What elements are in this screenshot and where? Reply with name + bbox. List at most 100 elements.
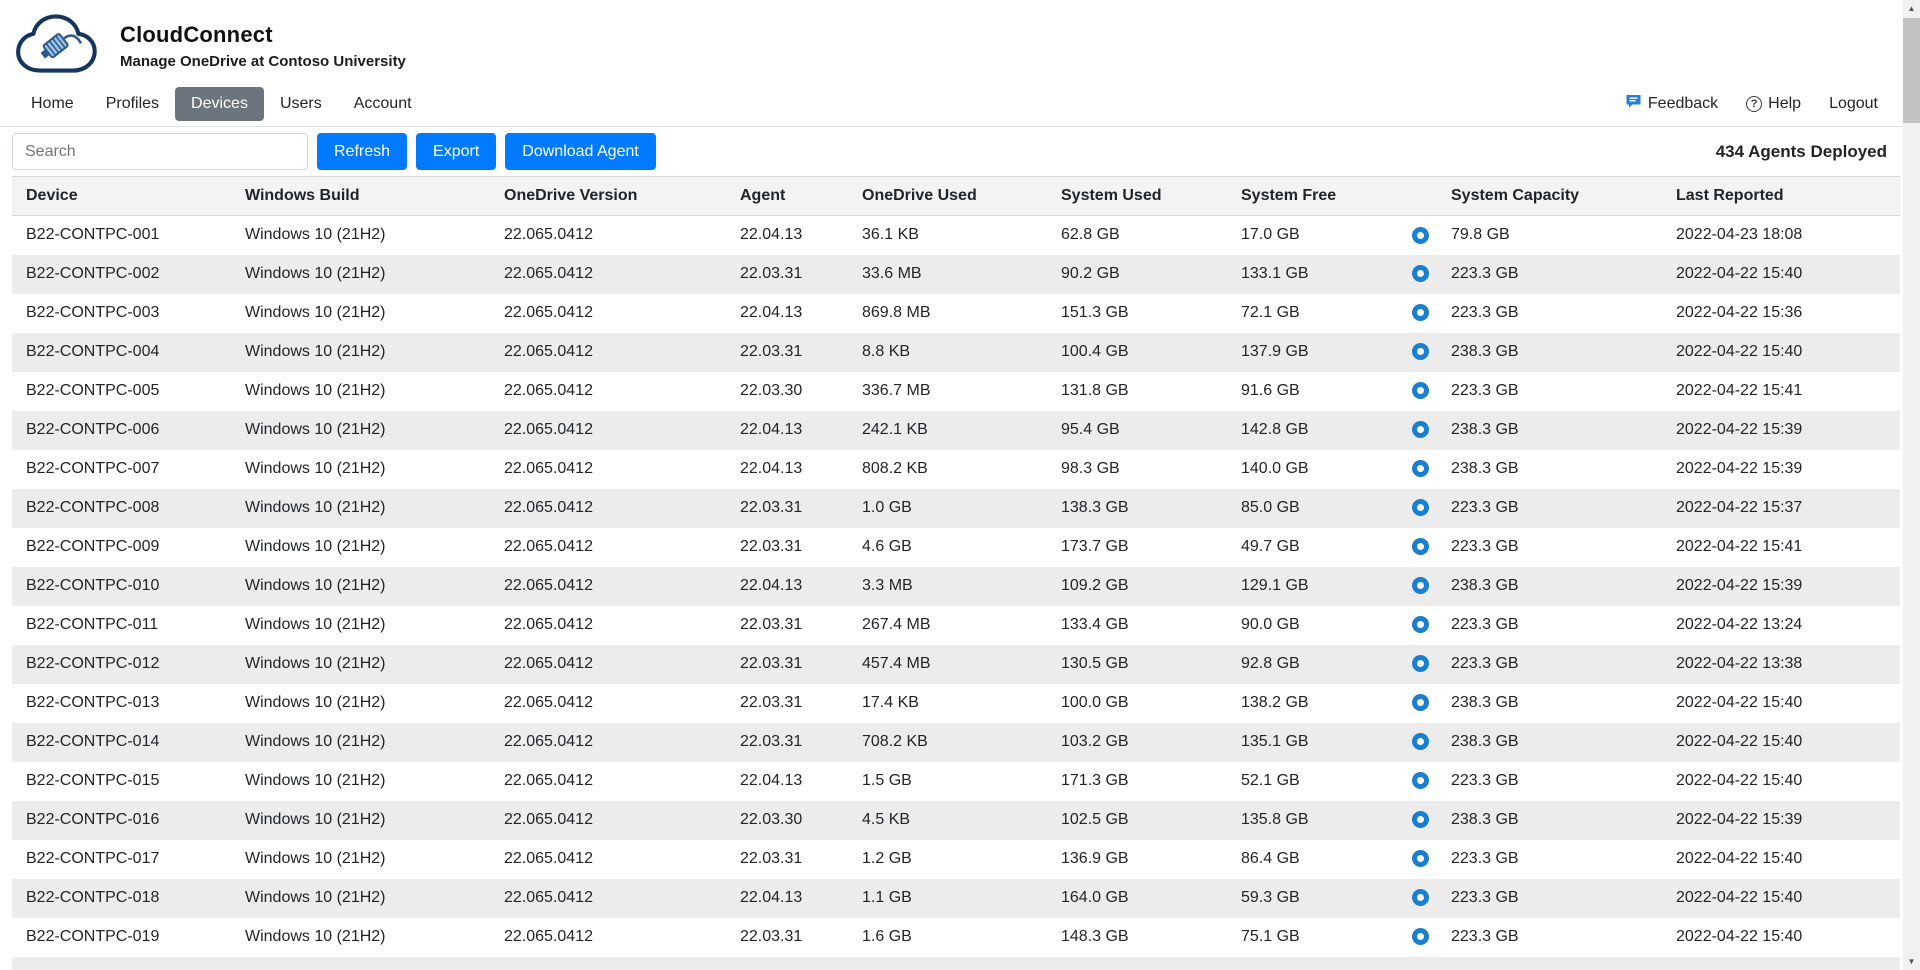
capacity-icon-cell (1403, 918, 1437, 957)
table-row[interactable]: B22-CONTPC-009Windows 10 (21H2)22.065.04… (12, 528, 1900, 567)
cell-system-capacity: 238.3 GB (1437, 801, 1662, 840)
table-row[interactable]: B22-CONTPC-018Windows 10 (21H2)22.065.04… (12, 879, 1900, 918)
table-row[interactable]: B22-CONTPC-015Windows 10 (21H2)22.065.04… (12, 762, 1900, 801)
cell-device: B22-CONTPC-002 (12, 255, 231, 294)
cell-last-reported: 2022-04-22 15:40 (1662, 762, 1900, 801)
table-row[interactable]: B22-CONTPC-012Windows 10 (21H2)22.065.04… (12, 645, 1900, 684)
cell-windows-build: Windows 10 (21H2) (231, 372, 490, 411)
nav-item-profiles[interactable]: Profiles (90, 87, 175, 121)
cell-windows-build: Windows 10 (21H2) (231, 762, 490, 801)
table-row[interactable]: B22-CONTPC-011Windows 10 (21H2)22.065.04… (12, 606, 1900, 645)
table-row[interactable]: B22-CONTPC-008Windows 10 (21H2)22.065.04… (12, 489, 1900, 528)
table-row[interactable]: B22-CONTPC-014Windows 10 (21H2)22.065.04… (12, 723, 1900, 762)
capacity-icon-cell (1403, 645, 1437, 684)
column-header-system-capacity: System Capacity (1437, 177, 1662, 216)
cell-last-reported: 2022-04-22 15:39 (1662, 801, 1900, 840)
cell-onedrive-version: 22.065.0412 (490, 879, 726, 918)
cell-last-reported: 2022-04-22 15:41 (1662, 372, 1900, 411)
cell-onedrive-used: 36.1 KB (848, 216, 1047, 255)
cell-windows-build: Windows 10 (21H2) (231, 216, 490, 255)
cell-system-used: 103.2 GB (1047, 723, 1227, 762)
table-row[interactable]: B22-CONTPC-013Windows 10 (21H2)22.065.04… (12, 684, 1900, 723)
capacity-donut-icon (1412, 694, 1429, 711)
cell-last-reported: 2022-04-22 13:24 (1662, 606, 1900, 645)
logout-link[interactable]: Logout (1829, 95, 1878, 113)
cell-onedrive-used: 708.2 KB (848, 723, 1047, 762)
feedback-link[interactable]: Feedback (1625, 94, 1718, 114)
cell-last-reported: 2022-04-22 15:41 (1662, 528, 1900, 567)
device-table-body: B22-CONTPC-001Windows 10 (21H2)22.065.04… (12, 216, 1900, 970)
cell-device: B22-CONTPC-003 (12, 294, 231, 333)
capacity-icon-cell (1403, 294, 1437, 333)
capacity-icon-cell (1403, 723, 1437, 762)
cell-windows-build: Windows 10 (21H2) (231, 450, 490, 489)
cell-system-used: 151.3 GB (1047, 294, 1227, 333)
search-input[interactable] (12, 133, 308, 170)
refresh-button[interactable]: Refresh (317, 133, 407, 170)
capacity-donut-icon (1412, 928, 1429, 945)
cell-onedrive-version: 22.065.0412 (490, 762, 726, 801)
capacity-icon-cell (1403, 450, 1437, 489)
scrollbar-thumb[interactable] (1903, 18, 1920, 123)
cell-system-used: 138.3 GB (1047, 489, 1227, 528)
cell-system-capacity: 238.3 GB (1437, 411, 1662, 450)
logout-label: Logout (1829, 95, 1878, 113)
cell-agent: 22.03.31 (726, 606, 848, 645)
cell-windows-build: Windows 10 (21H2) (231, 840, 490, 879)
capacity-donut-icon (1412, 499, 1429, 516)
table-row[interactable]: B22-CONTPC-006Windows 10 (21H2)22.065.04… (12, 411, 1900, 450)
cell-agent: 22.04.13 (726, 567, 848, 606)
column-header-onedrive-version: OneDrive Version (490, 177, 726, 216)
scrollbar-down-arrow-icon[interactable]: ▼ (1903, 953, 1920, 970)
capacity-donut-icon (1412, 733, 1429, 750)
export-button[interactable]: Export (416, 133, 496, 170)
capacity-donut-icon (1412, 811, 1429, 828)
cell-system-capacity: 223.3 GB (1437, 528, 1662, 567)
cell-onedrive-version: 22.065.0412 (490, 801, 726, 840)
cell-system-free: 49.7 GB (1227, 528, 1403, 567)
capacity-donut-icon (1412, 772, 1429, 789)
cell-last-reported: 2022-04-22 15:40 (1662, 840, 1900, 879)
nav-item-users[interactable]: Users (264, 87, 338, 121)
cell-system-free: 135.8 GB (1227, 801, 1403, 840)
cell-onedrive-used: 1.6 GB (848, 918, 1047, 957)
download-agent-button[interactable]: Download Agent (505, 133, 656, 170)
help-link[interactable]: ? Help (1746, 95, 1801, 113)
capacity-icon-cell (1403, 567, 1437, 606)
cell-agent: 22.03.30 (726, 801, 848, 840)
vertical-scrollbar[interactable]: ▲ ▼ (1903, 0, 1920, 970)
table-row[interactable]: B22-CONTPC-001Windows 10 (21H2)22.065.04… (12, 216, 1900, 255)
cell-agent: 22.03.30 (726, 372, 848, 411)
feedback-label: Feedback (1648, 95, 1718, 113)
cell-onedrive-version: 22.065.0412 (490, 723, 726, 762)
cell-windows-build: Windows 10 (21H2) (231, 567, 490, 606)
table-row[interactable]: B22-CONTPC-002Windows 10 (21H2)22.065.04… (12, 255, 1900, 294)
table-row[interactable]: B22-CONTPC-004Windows 10 (21H2)22.065.04… (12, 333, 1900, 372)
cell-system-free: 85.0 GB (1227, 489, 1403, 528)
app-title: CloudConnect (120, 22, 406, 48)
table-row[interactable]: B22-CONTPC-007Windows 10 (21H2)22.065.04… (12, 450, 1900, 489)
capacity-icon-cell (1403, 216, 1437, 255)
cell-system-free: 17.0 GB (1227, 216, 1403, 255)
nav-item-account[interactable]: Account (338, 87, 428, 121)
table-row[interactable]: B22-CONTPC-003Windows 10 (21H2)22.065.04… (12, 294, 1900, 333)
devices-table: DeviceWindows BuildOneDrive VersionAgent… (12, 176, 1900, 970)
table-row[interactable]: B22-CONTPC-016Windows 10 (21H2)22.065.04… (12, 801, 1900, 840)
table-row[interactable]: B22-CONTPC-019Windows 10 (21H2)22.065.04… (12, 918, 1900, 957)
table-row[interactable]: B22-CONTPC-017Windows 10 (21H2)22.065.04… (12, 840, 1900, 879)
cell-system-free: 92.8 GB (1227, 645, 1403, 684)
table-row[interactable]: B22-CONTPC-010Windows 10 (21H2)22.065.04… (12, 567, 1900, 606)
cell-last-reported: 2022-04-22 15:39 (1662, 411, 1900, 450)
cell-system-used: 102.5 GB (1047, 801, 1227, 840)
cell-agent: 22.03.31 (726, 333, 848, 372)
nav-item-devices[interactable]: Devices (175, 87, 264, 121)
cell-windows-build: Windows 10 (21H2) (231, 879, 490, 918)
scrollbar-up-arrow-icon[interactable]: ▲ (1903, 0, 1920, 17)
cell-device: B22-CONTPC-019 (12, 918, 231, 957)
cell-system-used: 100.4 GB (1047, 333, 1227, 372)
table-row[interactable]: B22-CONTPC-005Windows 10 (21H2)22.065.04… (12, 372, 1900, 411)
cell-last-reported: 2022-04-22 13:38 (1662, 645, 1900, 684)
cell-onedrive-used: 3.3 MB (848, 567, 1047, 606)
cell-system-free: 59.3 GB (1227, 879, 1403, 918)
nav-item-home[interactable]: Home (15, 87, 90, 121)
